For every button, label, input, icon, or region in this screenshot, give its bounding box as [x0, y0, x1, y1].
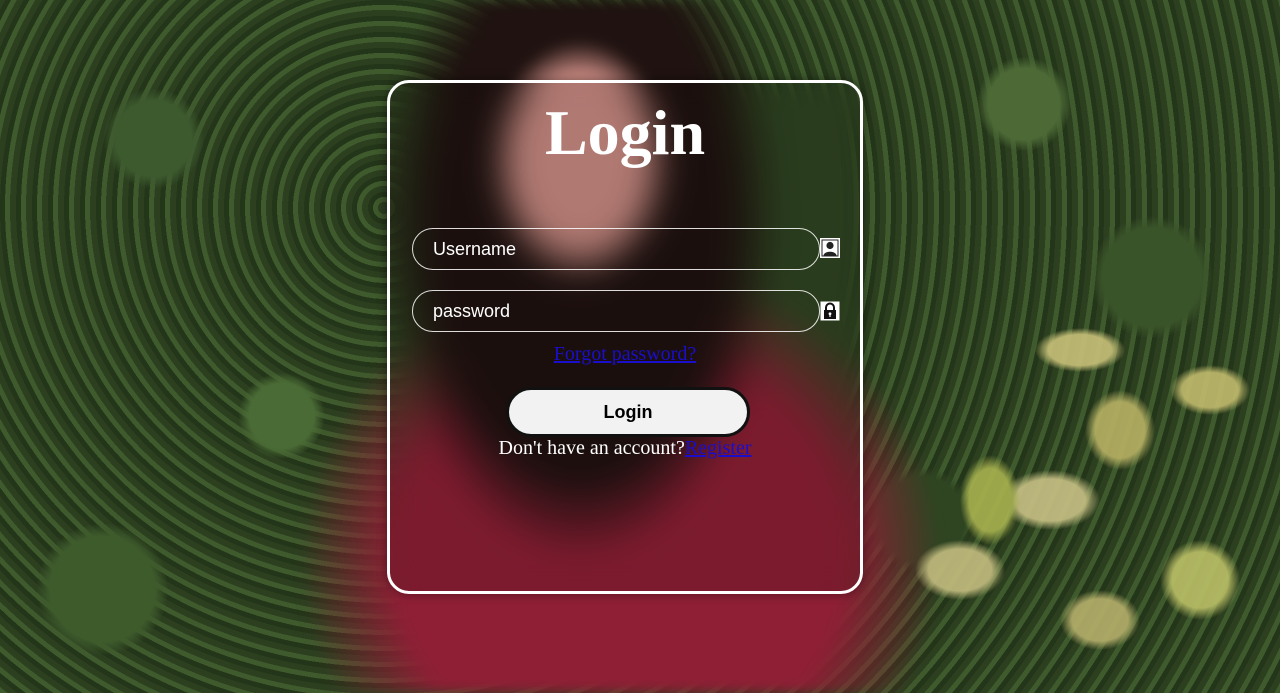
register-row: Don't have an account?Register	[390, 436, 860, 460]
login-title: Login	[544, 97, 706, 168]
forgot-password-row: Forgot password?	[390, 342, 860, 366]
no-account-text: Don't have an account?	[498, 437, 685, 459]
lock-icon	[820, 301, 840, 321]
login-card: Login Forgot password? Login Don't have …	[387, 80, 863, 594]
forgot-password-link[interactable]: Forgot password?	[554, 343, 696, 365]
background-leaves	[900, 320, 1280, 693]
username-input[interactable]	[412, 228, 820, 270]
user-icon	[820, 238, 840, 258]
password-input[interactable]	[412, 290, 820, 332]
login-button[interactable]: Login	[506, 387, 750, 437]
register-link[interactable]: Register	[685, 437, 752, 459]
